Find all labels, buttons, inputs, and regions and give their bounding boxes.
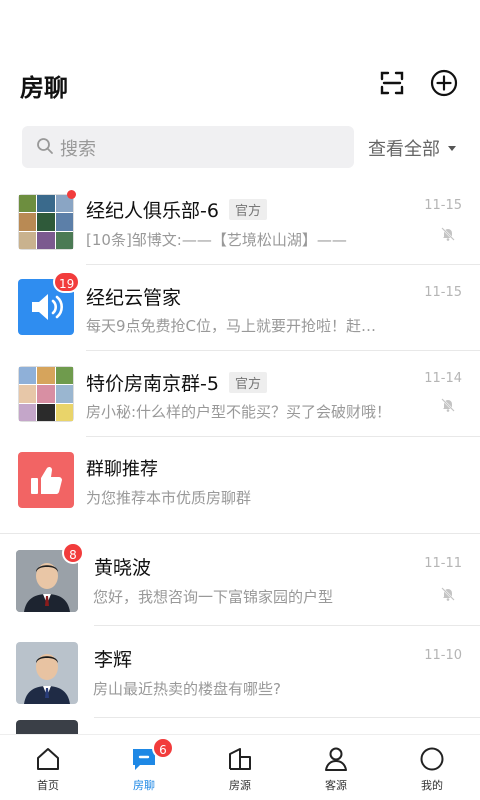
conversation-time: 11-14 — [424, 371, 462, 386]
tab-home[interactable]: 首页 — [0, 745, 96, 800]
conversation-item[interactable]: 经纪人俱乐部-6 官方 [10条]邹博文:——【艺境松山湖】—— 11-15 — [0, 178, 480, 265]
avatar — [16, 642, 78, 704]
conversation-time: 11-11 — [424, 556, 462, 571]
conversation-name: 群聊推荐 — [86, 459, 158, 480]
tab-label: 客源 — [325, 779, 347, 792]
tab-profile[interactable]: 我的 — [384, 745, 480, 800]
search-placeholder: 搜索 — [60, 139, 96, 160]
view-all-label: 查看全部 — [368, 139, 440, 160]
tab-badge: 6 — [152, 737, 174, 759]
thumbs-up-icon — [18, 452, 74, 508]
page-title: 房聊 — [20, 74, 68, 102]
conversation-name: 经纪云管家 — [86, 287, 182, 309]
person-icon — [325, 747, 347, 771]
building-icon — [229, 748, 251, 770]
view-all-dropdown[interactable]: 查看全部 — [368, 135, 456, 161]
conversation-item[interactable]: 群聊推荐 为您推荐本市优质房聊群 — [0, 437, 480, 534]
bottom-tab-bar: 首页 6 房聊 房源 客源 我的 — [0, 734, 480, 800]
mute-bell-icon — [440, 397, 456, 417]
official-tag: 官方 — [228, 372, 267, 393]
group-avatar — [18, 194, 74, 250]
conversation-name: 李辉 — [94, 649, 133, 671]
group-avatar — [18, 366, 74, 422]
conversation-preview: 您好，我想咨询一下富锦家园的户型 — [93, 588, 334, 606]
header: 房聊 — [0, 0, 480, 118]
tab-chat[interactable]: 6 房聊 — [96, 737, 192, 800]
tab-label: 房聊 — [133, 779, 155, 792]
conversation-time: 11-10 — [424, 648, 462, 663]
unread-dot — [67, 190, 76, 199]
conversation-item[interactable]: 8 黄晓波 您好，我想咨询一下富锦家园的户型 11-11 — [0, 534, 480, 626]
conversation-preview: 房山最近热卖的楼盘有哪些? — [93, 680, 281, 698]
scan-icon[interactable] — [377, 68, 407, 98]
official-tag: 官方 — [228, 199, 267, 220]
conversation-preview: [10条]邹博文:——【艺境松山湖】—— — [86, 231, 347, 249]
conversation-name: 黄晓波 — [94, 557, 152, 579]
caret-down-icon — [448, 145, 456, 151]
conversation-item[interactable]: 19 经纪云管家 每天9点免费抢C位，马上就要开抢啦！赶… 11-15 — [0, 265, 480, 351]
unread-badge: 8 — [62, 542, 84, 564]
conversation-item[interactable]: 特价房南京群-5 官方 房小秘:什么样的户型不能买？买了会破财哦！ 11-14 — [0, 351, 480, 437]
tab-label: 首页 — [37, 779, 59, 792]
conversation-name: 经纪人俱乐部-6 — [86, 200, 219, 222]
mute-bell-icon — [440, 586, 456, 606]
conversation-preview: 每天9点免费抢C位，马上就要开抢啦！赶… — [86, 317, 377, 335]
profile-icon — [420, 747, 444, 771]
add-circle-icon[interactable] — [429, 68, 459, 98]
tab-label: 我的 — [421, 779, 443, 792]
conversation-time: 11-15 — [424, 198, 462, 213]
search-row: 搜索 查看全部 — [0, 126, 480, 168]
conversation-list: 经纪人俱乐部-6 官方 [10条]邹博文:——【艺境松山湖】—— 11-15 19… — [0, 178, 480, 738]
mute-bell-icon — [440, 226, 456, 246]
conversation-preview: 房小秘:什么样的户型不能买？买了会破财哦！ — [86, 403, 392, 421]
conversation-name: 特价房南京群-5 — [86, 373, 219, 395]
conversation-time: 11-15 — [424, 285, 462, 300]
conversation-item[interactable]: 李辉 房山最近热卖的楼盘有哪些? 11-10 — [0, 626, 480, 718]
tab-label: 房源 — [229, 779, 251, 792]
conversation-preview: 为您推荐本市优质房聊群 — [86, 489, 252, 507]
home-icon — [37, 748, 59, 770]
search-input[interactable]: 搜索 — [22, 126, 354, 168]
tab-listings[interactable]: 房源 — [192, 745, 288, 800]
tab-clients[interactable]: 客源 — [288, 745, 384, 800]
unread-badge: 19 — [53, 271, 81, 293]
search-icon — [37, 138, 53, 154]
